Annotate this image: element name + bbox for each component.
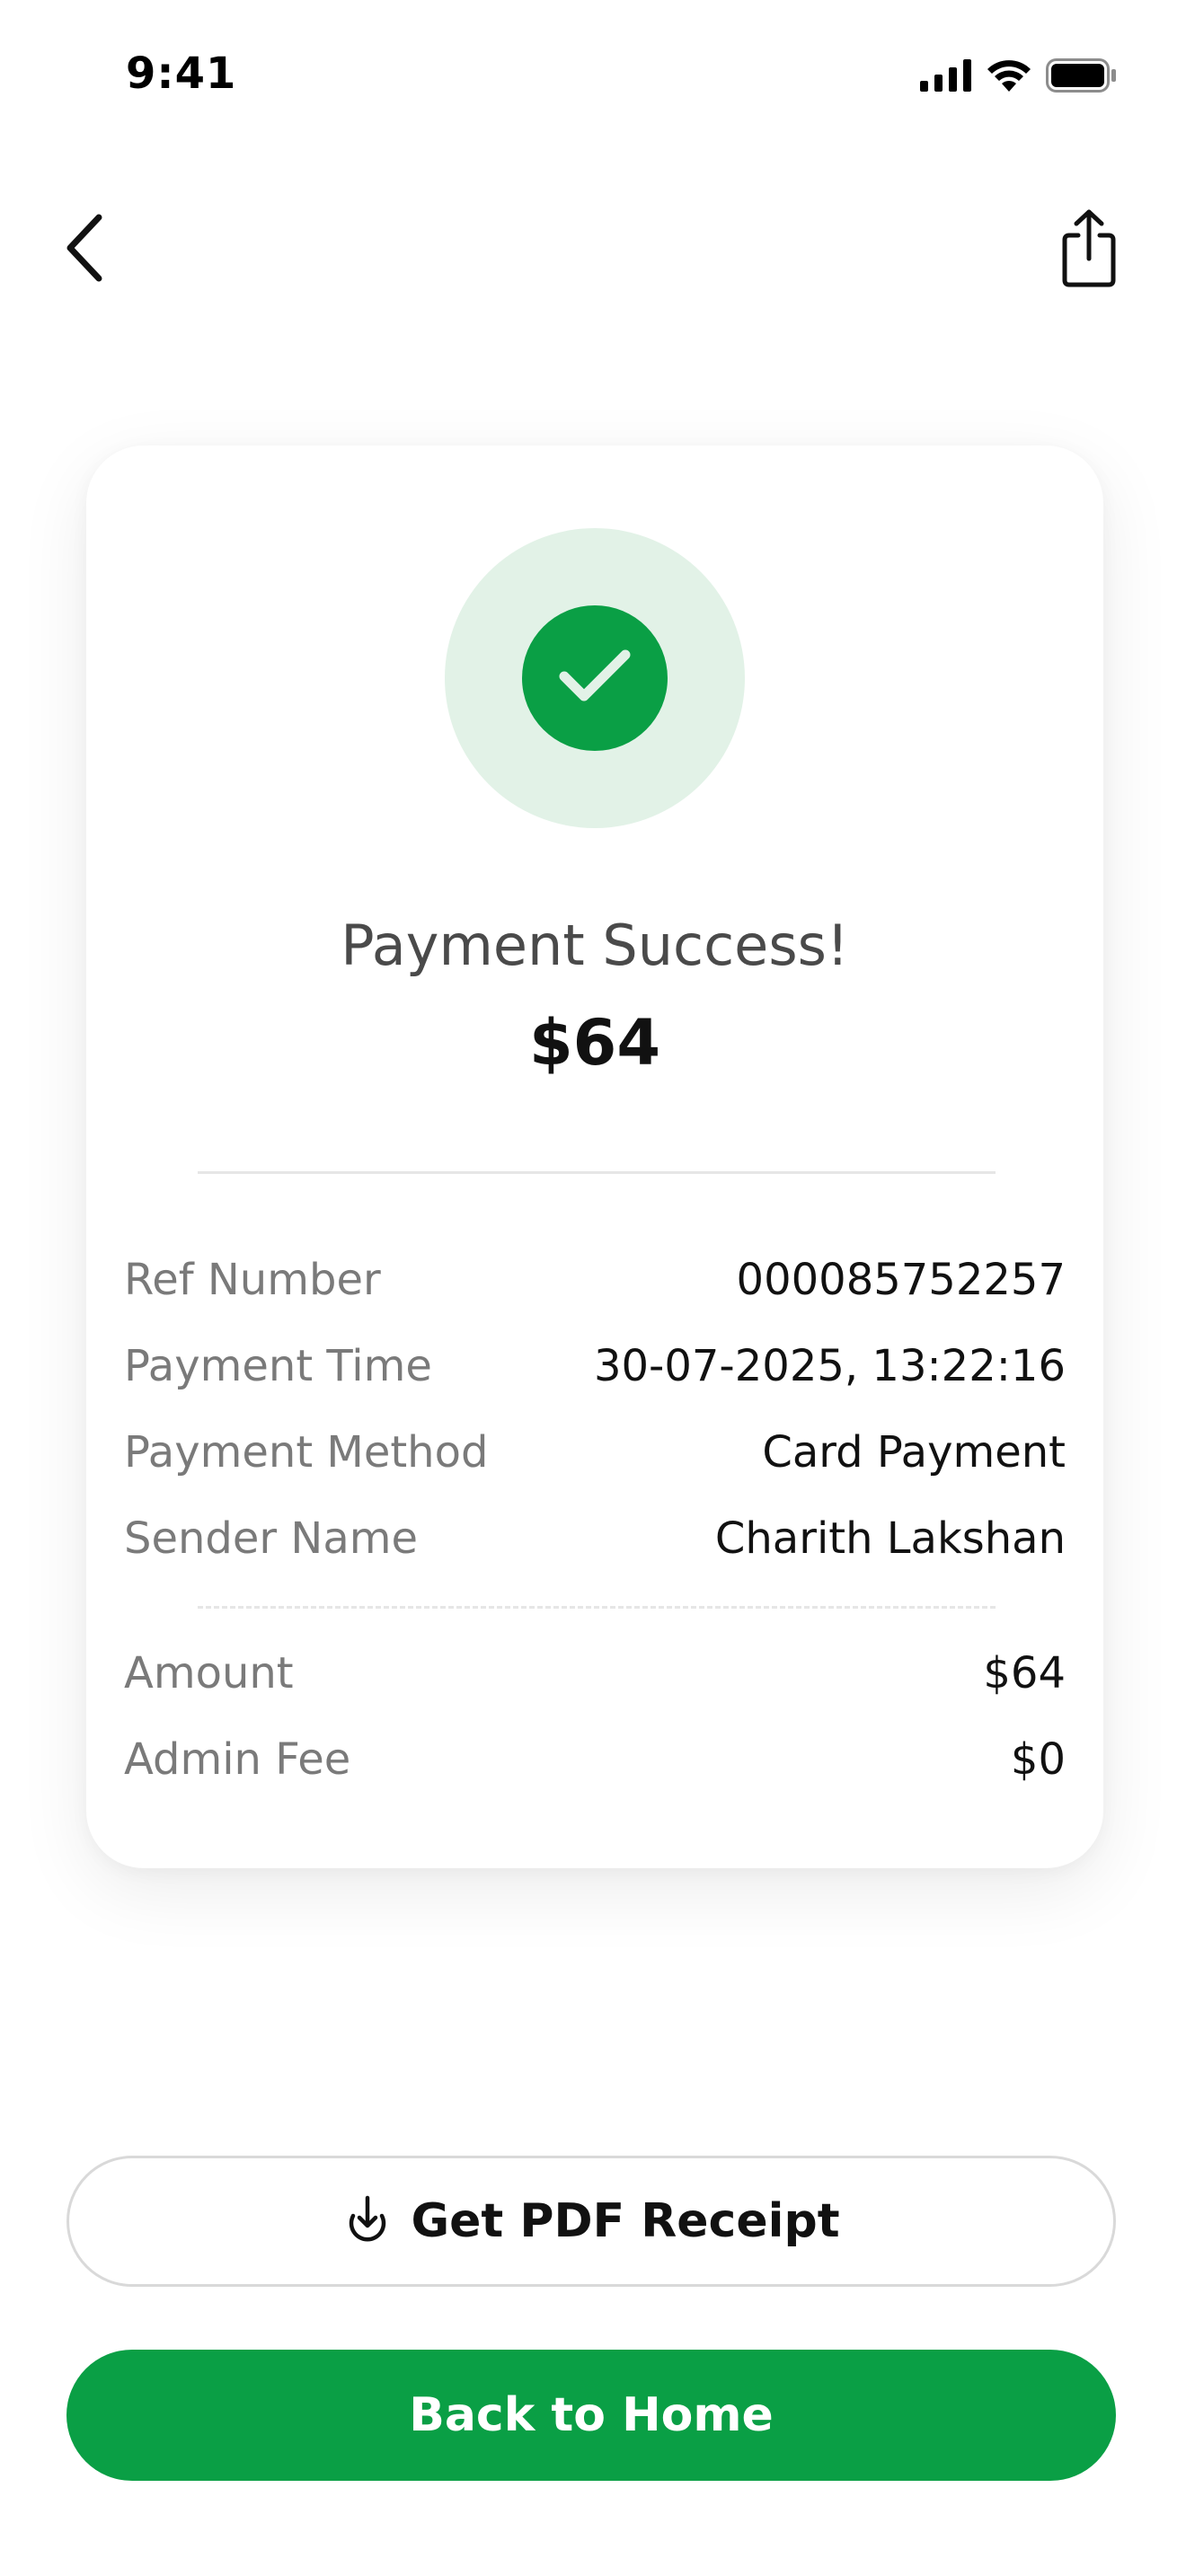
total-label: Amount	[124, 1648, 294, 1698]
share-icon	[1060, 208, 1118, 291]
detail-row-ref-number: Ref Number 000085752257	[124, 1250, 1066, 1310]
detail-label: Ref Number	[124, 1255, 381, 1305]
detail-value: Card Payment	[762, 1427, 1066, 1478]
detail-label: Sender Name	[124, 1513, 419, 1564]
total-label: Admin Fee	[124, 1734, 351, 1785]
detail-row-sender-name: Sender Name Charith Lakshan	[124, 1509, 1066, 1568]
success-indicator	[445, 528, 745, 828]
back-button[interactable]	[56, 212, 113, 287]
get-pdf-receipt-button[interactable]: Get PDF Receipt	[66, 2156, 1116, 2287]
back-to-home-button[interactable]: Back to Home	[66, 2350, 1116, 2481]
detail-row-payment-time: Payment Time 30-07-2025, 13:22:16	[124, 1337, 1066, 1396]
payment-success-screen: 9:41 Payment Success! $64 Ref Number 000…	[0, 0, 1186, 2576]
download-icon	[342, 2194, 393, 2248]
battery-icon	[1046, 58, 1118, 96]
divider	[198, 1171, 996, 1174]
detail-row-payment-method: Payment Method Card Payment	[124, 1423, 1066, 1482]
check-icon	[557, 648, 633, 709]
total-row-amount: Amount $64	[124, 1644, 1066, 1703]
detail-label: Payment Time	[124, 1341, 432, 1391]
back-to-home-label: Back to Home	[409, 2388, 774, 2442]
detail-value: Charith Lakshan	[714, 1513, 1066, 1564]
total-row-admin-fee: Admin Fee $0	[124, 1730, 1066, 1789]
success-badge	[522, 605, 668, 751]
cellular-signal-icon	[920, 59, 972, 95]
detail-value: 30-07-2025, 13:22:16	[593, 1341, 1066, 1391]
dashed-divider	[198, 1606, 996, 1609]
status-icons	[920, 57, 1118, 97]
chevron-left-icon	[63, 212, 106, 287]
total-value: $0	[1010, 1734, 1066, 1785]
receipt-card: Payment Success! $64 Ref Number 00008575…	[86, 446, 1103, 1868]
status-time: 9:41	[126, 49, 237, 99]
total-value: $64	[983, 1648, 1066, 1698]
detail-label: Payment Method	[124, 1427, 489, 1478]
detail-value: 000085752257	[736, 1255, 1066, 1305]
success-amount: $64	[528, 1006, 661, 1080]
wifi-icon	[985, 57, 1033, 97]
success-title: Payment Success!	[341, 913, 849, 978]
share-button[interactable]	[1057, 208, 1121, 291]
get-pdf-receipt-label: Get PDF Receipt	[411, 2194, 840, 2248]
